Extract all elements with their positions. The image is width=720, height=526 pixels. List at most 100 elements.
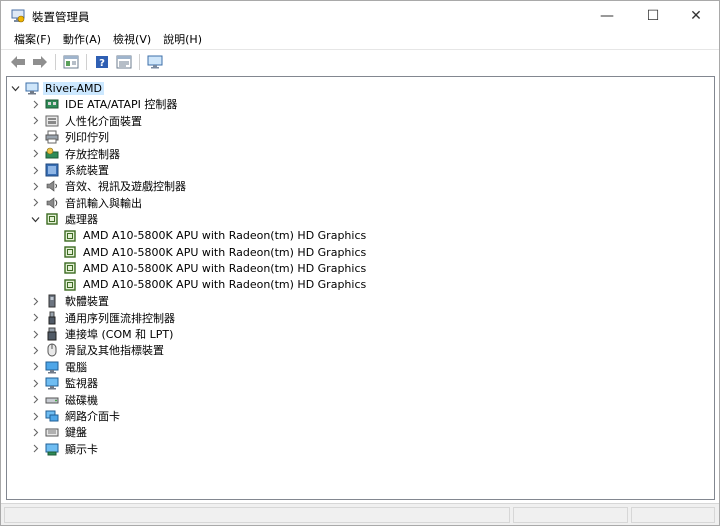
chevron-down-icon[interactable]: [29, 211, 41, 227]
scan-hardware-button[interactable]: [144, 51, 166, 73]
chevron-right-icon[interactable]: [29, 392, 41, 408]
chevron-right-icon[interactable]: [29, 408, 41, 424]
mouse-icon: [45, 343, 59, 357]
tree-category-node[interactable]: 存放控制器: [29, 146, 122, 162]
tree-category-node[interactable]: 音訊輸入與輸出: [29, 195, 144, 211]
tree-category-node[interactable]: 網路介面卡: [29, 408, 122, 424]
chevron-right-icon[interactable]: [29, 359, 41, 375]
software-device-icon: [45, 294, 59, 308]
tree-device-node[interactable]: AMD A10-5800K APU with Radeon(tm) HD Gra…: [47, 260, 368, 276]
tree-category-node[interactable]: 監視器: [29, 375, 100, 391]
chevron-right-icon[interactable]: [29, 195, 41, 211]
tree-node-label: AMD A10-5800K APU with Radeon(tm) HD Gra…: [83, 245, 367, 259]
tree-node-label: 列印佇列: [65, 131, 109, 145]
tree-node-label: 音效、視訊及遊戲控制器: [65, 180, 186, 194]
monitor-icon: [45, 376, 59, 390]
chevron-right-icon[interactable]: [29, 113, 41, 129]
tree-node-label: 軟體裝置: [65, 295, 109, 309]
chevron-right-icon[interactable]: [29, 326, 41, 342]
printer-icon: [45, 130, 59, 144]
processor-icon: [63, 229, 77, 243]
tree-category-node[interactable]: 人性化介面裝置: [29, 113, 144, 129]
close-button[interactable]: ✕: [673, 1, 719, 31]
tree-category-node[interactable]: 電腦: [29, 359, 89, 375]
tree-category-node[interactable]: 鍵盤: [29, 424, 89, 440]
forward-button[interactable]: [29, 51, 51, 73]
tree-device-node[interactable]: AMD A10-5800K APU with Radeon(tm) HD Gra…: [47, 228, 368, 244]
tree-category-node[interactable]: 滑鼠及其他指標裝置: [29, 342, 166, 358]
tree-category-node[interactable]: 軟體裝置: [29, 293, 111, 309]
tree-node-label: 存放控制器: [65, 147, 120, 161]
hid-icon: [45, 114, 59, 128]
usb-icon: [45, 311, 59, 325]
chevron-right-icon[interactable]: [29, 342, 41, 358]
tree-category-node[interactable]: 音效、視訊及遊戲控制器: [29, 178, 188, 194]
tree-device-node[interactable]: AMD A10-5800K APU with Radeon(tm) HD Gra…: [47, 277, 368, 293]
menu-view[interactable]: 檢視(V): [107, 31, 157, 49]
menu-file[interactable]: 檔案(F): [8, 31, 57, 49]
speaker-icon: [45, 179, 59, 193]
properties-button[interactable]: [60, 51, 82, 73]
monitor-icon: [147, 55, 163, 69]
help-button[interactable]: ?: [91, 51, 113, 73]
network-adapter-icon: [45, 409, 59, 423]
close-icon: ✕: [690, 8, 702, 24]
chevron-right-icon[interactable]: [29, 310, 41, 326]
title-bar: 裝置管理員 — ☐ ✕: [1, 1, 719, 31]
tree-node-label: 音訊輸入與輸出: [65, 196, 142, 210]
device-manager-window: 裝置管理員 — ☐ ✕ 檔案(F) 動作(A) 檢視(V) 說明(H) ? Ri…: [0, 0, 720, 526]
chevron-down-icon[interactable]: [9, 80, 21, 96]
tree-node-label: AMD A10-5800K APU with Radeon(tm) HD Gra…: [83, 278, 367, 292]
tree-node-label: 滑鼠及其他指標裝置: [65, 344, 164, 358]
computer-icon: [25, 81, 39, 95]
tree-category-node[interactable]: 列印佇列: [29, 129, 111, 145]
processor-icon: [63, 278, 77, 292]
chevron-right-icon[interactable]: [29, 129, 41, 145]
device-tree[interactable]: River-AMD IDE ATA/ATAPI 控制器 人性化介面裝置 列印佇列存放控…: [6, 76, 715, 500]
tree-category-node[interactable]: 通用序列匯流排控制器: [29, 310, 177, 326]
toolbar: ?: [1, 49, 719, 74]
chevron-right-icon[interactable]: [29, 96, 41, 112]
tree-category-node[interactable]: 連接埠 (COM 和 LPT): [29, 326, 175, 342]
help-icon: ?: [96, 56, 108, 69]
menu-action[interactable]: 動作(A): [57, 31, 107, 49]
chevron-right-icon[interactable]: [29, 375, 41, 391]
tree-device-node[interactable]: AMD A10-5800K APU with Radeon(tm) HD Gra…: [47, 244, 368, 260]
device-manager-app-icon: [11, 9, 25, 23]
details-button[interactable]: [113, 51, 135, 73]
chevron-right-icon[interactable]: [29, 441, 41, 457]
details-icon: [116, 55, 132, 69]
processor-icon: [45, 212, 59, 226]
chevron-right-icon[interactable]: [29, 146, 41, 162]
tree-node-label: 磁碟機: [65, 393, 98, 407]
chevron-right-icon[interactable]: [29, 424, 41, 440]
maximize-button[interactable]: ☐: [630, 1, 676, 31]
chevron-right-icon[interactable]: [29, 293, 41, 309]
tree-node-label: 通用序列匯流排控制器: [65, 311, 175, 325]
processor-icon: [63, 245, 77, 259]
minimize-button[interactable]: —: [584, 1, 630, 31]
keyboard-icon: [45, 425, 59, 439]
tree-node-label: IDE ATA/ATAPI 控制器: [65, 98, 178, 112]
tree-category-node[interactable]: 系統裝置: [29, 162, 111, 178]
tree-node-label: AMD A10-5800K APU with Radeon(tm) HD Gra…: [83, 261, 367, 275]
tree-node-label: 顯示卡: [65, 442, 98, 456]
menu-help[interactable]: 說明(H): [157, 31, 208, 49]
tree-category-node[interactable]: 顯示卡: [29, 441, 100, 457]
tree-category-node[interactable]: 處理器: [29, 211, 100, 227]
properties-icon: [63, 55, 79, 69]
processor-icon: [63, 261, 77, 275]
tree-category-node[interactable]: 磁碟機: [29, 392, 100, 408]
chevron-right-icon[interactable]: [29, 178, 41, 194]
status-cell-secondary: [513, 507, 628, 523]
chevron-right-icon[interactable]: [29, 162, 41, 178]
tree-node-label: 鍵盤: [65, 426, 87, 440]
minimize-icon: —: [600, 8, 614, 24]
back-button[interactable]: [7, 51, 29, 73]
tree-category-node[interactable]: IDE ATA/ATAPI 控制器: [29, 96, 179, 112]
tree-root-node[interactable]: River-AMD: [9, 80, 105, 96]
